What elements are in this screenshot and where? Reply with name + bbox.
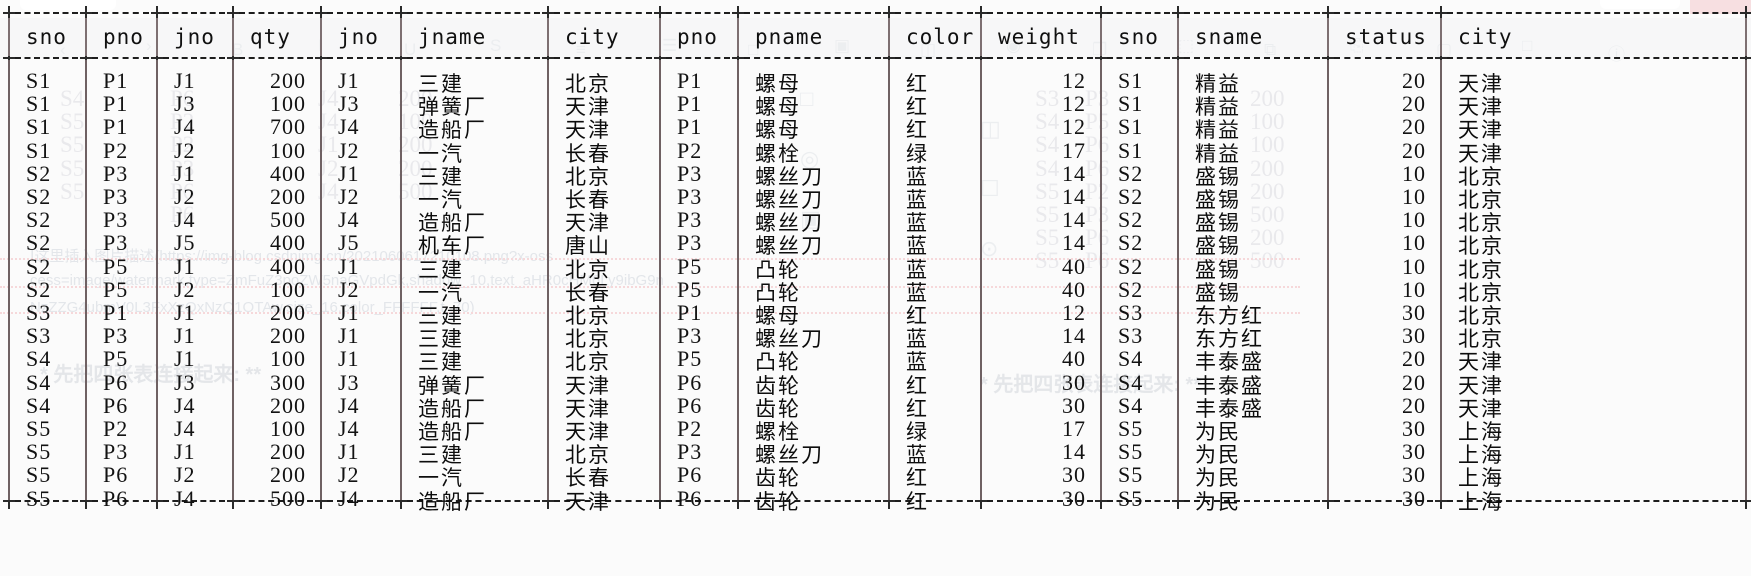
column-separator-1 [85, 18, 87, 56]
cell-r2-status: 20 [1402, 114, 1426, 140]
column-separator-14 [1440, 18, 1442, 56]
column-separator-9 [888, 18, 890, 56]
cell-r18-city: 上海 [1458, 489, 1504, 514]
column-header-city-14: city [1458, 25, 1513, 49]
cell-r17-status: 30 [1402, 462, 1426, 488]
column-header-color-9: color [906, 25, 975, 49]
cell-r15-status: 30 [1402, 416, 1426, 441]
table-rule-1 [0, 51, 1751, 66]
column-header-status-13: status [1345, 25, 1427, 49]
column-header-sname-12: sname [1195, 25, 1264, 49]
column-separator-11 [1100, 18, 1102, 56]
cell-r3-status: 20 [1402, 137, 1426, 163]
cell-r12-status: 20 [1402, 346, 1426, 372]
column-header-jno-4: jno [338, 25, 379, 49]
cell-r1-status: 20 [1402, 91, 1426, 117]
cell-r7-status: 10 [1402, 230, 1426, 256]
column-separator-13 [1327, 18, 1329, 56]
cell-r10-status: 30 [1402, 300, 1426, 325]
cell-r9-status: 10 [1402, 276, 1426, 302]
cell-r18-status: 30 [1402, 485, 1426, 511]
column-separator-7 [659, 18, 661, 56]
column-separator-8 [737, 18, 739, 56]
table-rule-0 [0, 6, 1751, 21]
column-separator-0 [8, 18, 10, 56]
column-separator-15 [1745, 18, 1747, 56]
column-header-sno-0: sno [26, 25, 67, 49]
column-header-jname-5: jname [418, 25, 487, 49]
column-separator-4 [320, 18, 322, 56]
column-separator-12 [1177, 18, 1179, 56]
result-table: sno pno jno qty jno jname city pno pname color wei… [0, 0, 1751, 576]
cell-r0-status: 20 [1402, 68, 1426, 93]
cell-r14-status: 20 [1402, 392, 1426, 418]
column-separator-10 [980, 18, 982, 56]
column-header-sno-11: sno [1118, 25, 1159, 49]
column-separator-2 [156, 18, 158, 56]
column-header-pno-1: pno [103, 25, 144, 49]
column-header-pname-8: pname [755, 25, 824, 49]
cell-r4-status: 10 [1402, 160, 1426, 186]
column-header-pno-7: pno [677, 25, 718, 49]
cell-r5-status: 10 [1402, 184, 1426, 209]
column-header-qty-3: qty [250, 25, 291, 49]
column-separator-5 [400, 18, 402, 56]
column-separator-14 [1440, 60, 1442, 500]
column-header-city-6: city [565, 25, 620, 49]
cell-r6-status: 10 [1402, 207, 1426, 233]
column-separator-6 [547, 18, 549, 56]
column-separator-15 [1745, 60, 1747, 500]
cell-r8-status: 10 [1402, 253, 1426, 279]
column-separator-3 [232, 18, 234, 56]
cell-r11-status: 30 [1402, 323, 1426, 349]
column-header-weight-10: weight [998, 25, 1080, 49]
column-header-jno-2: jno [174, 25, 215, 49]
cell-r16-status: 30 [1402, 439, 1426, 465]
cell-r13-status: 20 [1402, 369, 1426, 395]
